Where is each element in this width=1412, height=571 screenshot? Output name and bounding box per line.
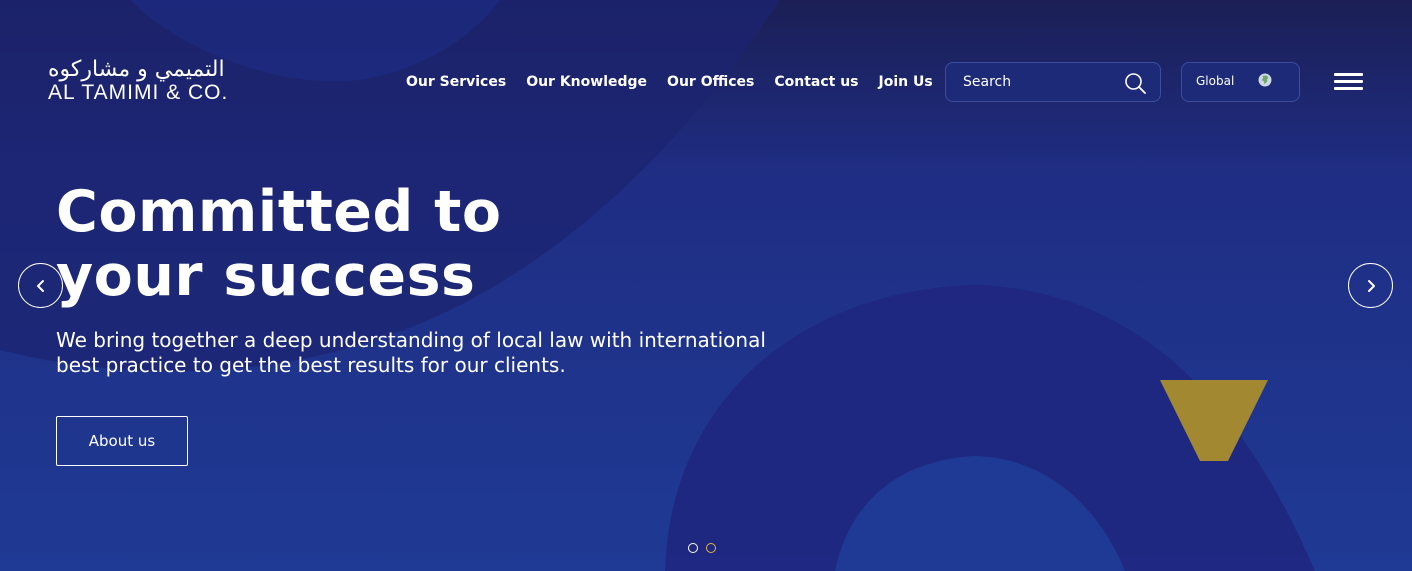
region-label: Global <box>1196 74 1235 88</box>
chevron-left-icon <box>37 280 44 292</box>
logo-arabic-text: التميمي و مشاركوه <box>48 57 225 82</box>
hamburger-menu-icon[interactable] <box>1334 73 1363 91</box>
brand-logo[interactable]: التميمي و مشاركوه AL TAMIMI & CO. <box>48 58 268 106</box>
nav-item-our-services[interactable]: Our Services <box>406 72 506 92</box>
nav-item-join-us[interactable]: Join Us <box>879 72 933 92</box>
nav-item-our-offices[interactable]: Our Offices <box>667 72 754 92</box>
search-input[interactable] <box>946 63 1106 101</box>
hero-subtext-line2: best practice to get the best results fo… <box>56 353 566 377</box>
logo-english-text: AL TAMIMI & CO. <box>48 81 229 104</box>
carousel-prev-button[interactable] <box>18 263 63 308</box>
about-us-button[interactable]: About us <box>56 416 188 466</box>
carousel-next-button[interactable] <box>1348 263 1393 308</box>
main-nav: Our Services Our Knowledge Our Offices C… <box>406 72 953 92</box>
search-icon[interactable] <box>1124 72 1146 94</box>
hero-headline-line2: your success <box>56 243 476 309</box>
region-selector[interactable]: Global <box>1181 62 1300 102</box>
carousel-dots <box>688 543 716 553</box>
hero-subtext: We bring together a deep understanding o… <box>56 328 886 378</box>
globe-icon <box>1258 73 1272 87</box>
carousel-dot-2[interactable] <box>706 543 716 553</box>
carousel-dot-1[interactable] <box>688 543 698 553</box>
hero-subtext-line1: We bring together a deep understanding o… <box>56 328 766 352</box>
search-box <box>945 62 1161 102</box>
nav-item-contact-us[interactable]: Contact us <box>774 72 858 92</box>
hero-headline: Committed to your success <box>56 180 696 308</box>
nav-item-our-knowledge[interactable]: Our Knowledge <box>526 72 647 92</box>
hero-banner: التميمي و مشاركوه AL TAMIMI & CO. Our Se… <box>0 0 1412 571</box>
hero-headline-line1: Committed to <box>56 179 502 245</box>
chevron-right-icon <box>1368 280 1375 292</box>
